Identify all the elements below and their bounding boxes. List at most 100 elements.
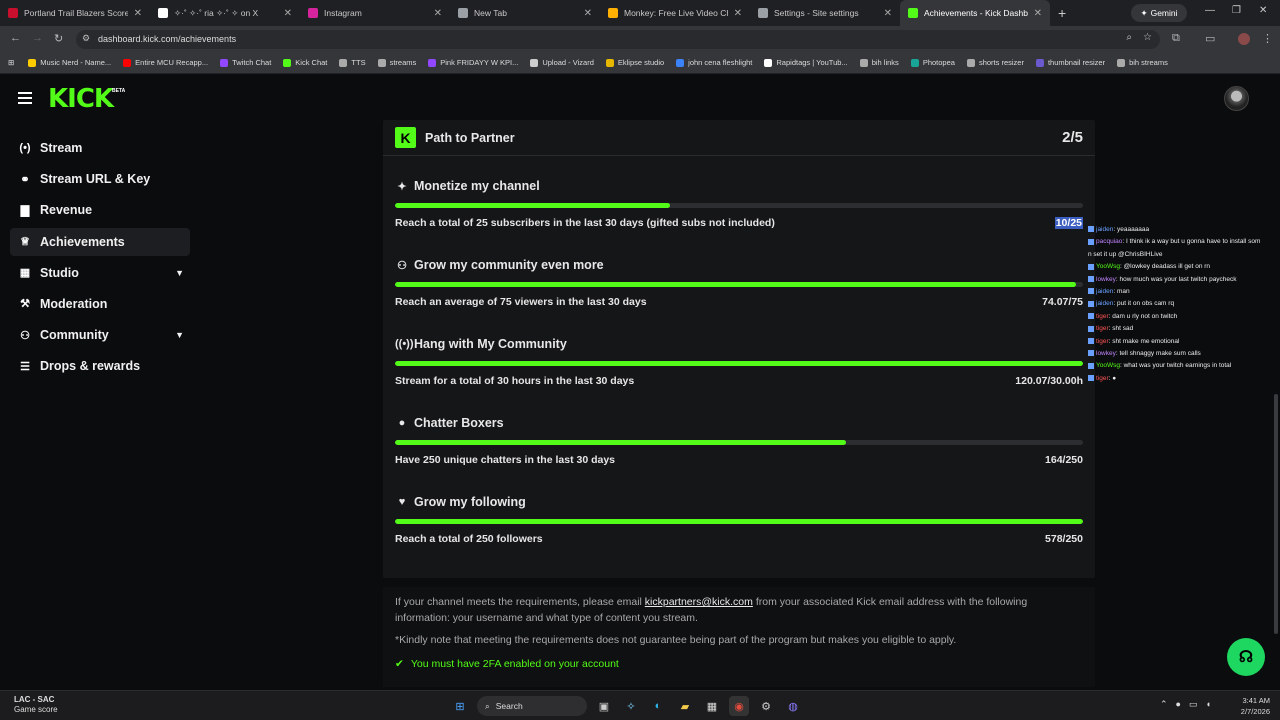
- forward-icon[interactable]: →: [32, 32, 43, 44]
- sidebar-item-revenue[interactable]: ▇ Revenue: [10, 196, 190, 224]
- menu-dots-icon[interactable]: ⋮: [1262, 32, 1273, 45]
- mic-icon[interactable]: ●: [1176, 699, 1181, 710]
- goal-progress-value: 74.07/75: [1042, 296, 1083, 308]
- progress-fill: [395, 519, 1083, 524]
- sidebar-item-drops-rewards[interactable]: ☰ Drops & rewards: [10, 352, 190, 380]
- bookmark-item[interactable]: Photopea: [910, 58, 955, 67]
- browser-tab[interactable]: New Tab ✕: [450, 0, 600, 26]
- browser-tab[interactable]: Monkey: Free Live Video Ch ✕: [600, 0, 750, 26]
- chrome-icon[interactable]: ◉: [729, 696, 749, 716]
- url-text[interactable]: dashboard.kick.com/achievements: [98, 34, 236, 44]
- support-chat-button[interactable]: ☊: [1227, 638, 1265, 676]
- goal-progress-value: 164/250: [1045, 454, 1083, 466]
- weather-widget[interactable]: LAC - SAC Game score: [14, 695, 58, 715]
- chat-text: : sht sad: [1108, 325, 1134, 333]
- bookmark-item[interactable]: TTS: [339, 58, 366, 67]
- sidebar-icon: ⚭: [20, 173, 30, 186]
- bookmark-item[interactable]: Rapidtags | YouTub...: [764, 58, 848, 67]
- browser-tab-bar: Portland Trail Blazers Scores, St✕✧·˚ ✧·…: [0, 0, 1280, 26]
- bookmark-favicon-icon: [910, 58, 919, 67]
- bookmark-item[interactable]: Kick Chat: [283, 58, 327, 67]
- zoom-icon[interactable]: ⌕: [1126, 32, 1132, 43]
- bookmark-item[interactable]: Twitch Chat: [220, 58, 271, 67]
- bookmark-item[interactable]: Pink FRIDAYY W KPI...: [428, 58, 518, 67]
- copilot-icon[interactable]: ✧: [621, 696, 641, 716]
- bookmark-item[interactable]: john cena fleshlight: [676, 58, 752, 67]
- hamburger-menu-icon[interactable]: [18, 92, 32, 107]
- sidebar-item-achievements[interactable]: ♕ Achievements: [10, 227, 190, 256]
- reload-icon[interactable]: ↻: [54, 32, 63, 45]
- sidebar-item-studio[interactable]: ▦ Studio ▼: [10, 259, 190, 287]
- apps-grid-icon[interactable]: ⊞: [8, 58, 14, 67]
- back-icon[interactable]: ←: [10, 32, 21, 44]
- maximize-icon[interactable]: ❐: [1232, 5, 1241, 16]
- bookmark-item[interactable]: Entire MCU Recapp...: [123, 58, 208, 67]
- goal-title: ((•)) Hang with My Community: [395, 337, 567, 351]
- tab-close-icon[interactable]: ✕: [284, 8, 292, 19]
- url-box[interactable]: ⚙ dashboard.kick.com/achievements ⌕ ☆: [76, 30, 1160, 49]
- chat-message: tiger: dam u rly not on twitch: [1088, 311, 1280, 323]
- browser-tab[interactable]: Portland Trail Blazers Scores, St ✕: [0, 0, 150, 26]
- sidebar-item-stream-url-key[interactable]: ⚭ Stream URL & Key: [10, 165, 190, 193]
- tab-close-icon[interactable]: ✕: [884, 8, 892, 19]
- volume-icon[interactable]: ◖: [1206, 699, 1211, 710]
- achievement-goal: ♥ Grow my following Reach a total of 250 f…: [395, 494, 1083, 545]
- chevron-down-icon[interactable]: ▼: [175, 268, 184, 278]
- bookmark-item[interactable]: bih streams: [1117, 58, 1168, 67]
- bookmark-item[interactable]: Music Nerd - Name...: [28, 58, 111, 67]
- tab-close-icon[interactable]: ✕: [1034, 8, 1042, 19]
- chat-message: YooWsg: what was your twitch earnings in…: [1088, 360, 1280, 372]
- taskbar-clock[interactable]: 3:41 AM 2/7/2026: [1232, 695, 1270, 717]
- store-icon[interactable]: ▦: [702, 696, 722, 716]
- discord-icon[interactable]: ◍: [783, 696, 803, 716]
- site-info-icon[interactable]: ⚙: [82, 33, 90, 44]
- partner-email-link[interactable]: kickpartners@kick.com: [645, 596, 753, 608]
- profile-avatar[interactable]: [1238, 33, 1250, 45]
- sidepanel-icon[interactable]: ▭: [1205, 32, 1215, 45]
- bookmark-favicon-icon: [1035, 58, 1044, 67]
- bookmark-star-icon[interactable]: ☆: [1143, 32, 1152, 43]
- browser-tab[interactable]: ✧·˚ ✧·˚ ria ✧·˚ ✧ on X ✕: [150, 0, 300, 26]
- tab-title: New Tab: [474, 8, 507, 18]
- extensions-icon[interactable]: ⧉: [1172, 32, 1180, 45]
- chat-username: YooWsg: [1096, 362, 1120, 370]
- tab-close-icon[interactable]: ✕: [584, 8, 592, 19]
- bookmark-item[interactable]: Eklipse studio: [605, 58, 664, 67]
- sidebar-item-community[interactable]: ⚇ Community ▼: [10, 321, 190, 349]
- browser-tab[interactable]: Instagram ✕: [300, 0, 450, 26]
- tab-close-icon[interactable]: ✕: [734, 8, 742, 19]
- bookmark-item[interactable]: Upload - Vizard: [530, 58, 594, 67]
- sidebar-item-moderation[interactable]: ⚒ Moderation: [10, 290, 190, 318]
- close-window-icon[interactable]: ✕: [1259, 5, 1267, 16]
- sidebar-icon: ▦: [19, 267, 31, 280]
- bookmark-item[interactable]: bih links: [859, 58, 899, 67]
- new-tab-icon[interactable]: +: [1058, 5, 1066, 21]
- settings-gear-icon[interactable]: ⚙: [756, 696, 776, 716]
- footer-note: *Kindly note that meeting the requiremen…: [395, 634, 957, 646]
- windows-taskbar: LAC - SAC Game score ⊞ ⌕ Search ▣ ✧ ◐ ▰ ▦…: [0, 690, 1280, 720]
- kick-logo[interactable]: KICK: [48, 84, 114, 114]
- page-scrollbar[interactable]: [1274, 394, 1278, 634]
- bookmark-item[interactable]: shorts resizer: [966, 58, 1024, 67]
- edge-icon[interactable]: ◐: [648, 696, 668, 716]
- browser-tab[interactable]: Achievements - Kick Dashboard ✕: [900, 0, 1050, 26]
- tab-title: Instagram: [324, 8, 362, 18]
- sidebar-item-stream[interactable]: (•) Stream: [10, 134, 190, 162]
- minimize-icon[interactable]: —: [1205, 5, 1215, 16]
- chevron-up-icon[interactable]: ⌃: [1160, 699, 1168, 710]
- taskbar-search[interactable]: ⌕ Search: [477, 696, 587, 716]
- bookmark-item[interactable]: streams: [377, 58, 416, 67]
- network-icon[interactable]: ▭: [1189, 699, 1198, 710]
- windows-start-icon[interactable]: ⊞: [450, 696, 470, 716]
- tab-close-icon[interactable]: ✕: [134, 8, 142, 19]
- user-avatar[interactable]: [1224, 86, 1249, 111]
- file-explorer-icon[interactable]: ▰: [675, 696, 695, 716]
- task-view-icon[interactable]: ▣: [594, 696, 614, 716]
- bookmark-item[interactable]: thumbnail resizer: [1035, 58, 1105, 67]
- browser-tab[interactable]: Settings - Site settings ✕: [750, 0, 900, 26]
- chevron-down-icon[interactable]: ▼: [175, 330, 184, 340]
- progress-fill: [395, 440, 847, 445]
- tab-close-icon[interactable]: ✕: [434, 8, 442, 19]
- chat-message: tiger: sht sad: [1088, 323, 1280, 335]
- gemini-button[interactable]: ✦ Gemini: [1131, 4, 1187, 22]
